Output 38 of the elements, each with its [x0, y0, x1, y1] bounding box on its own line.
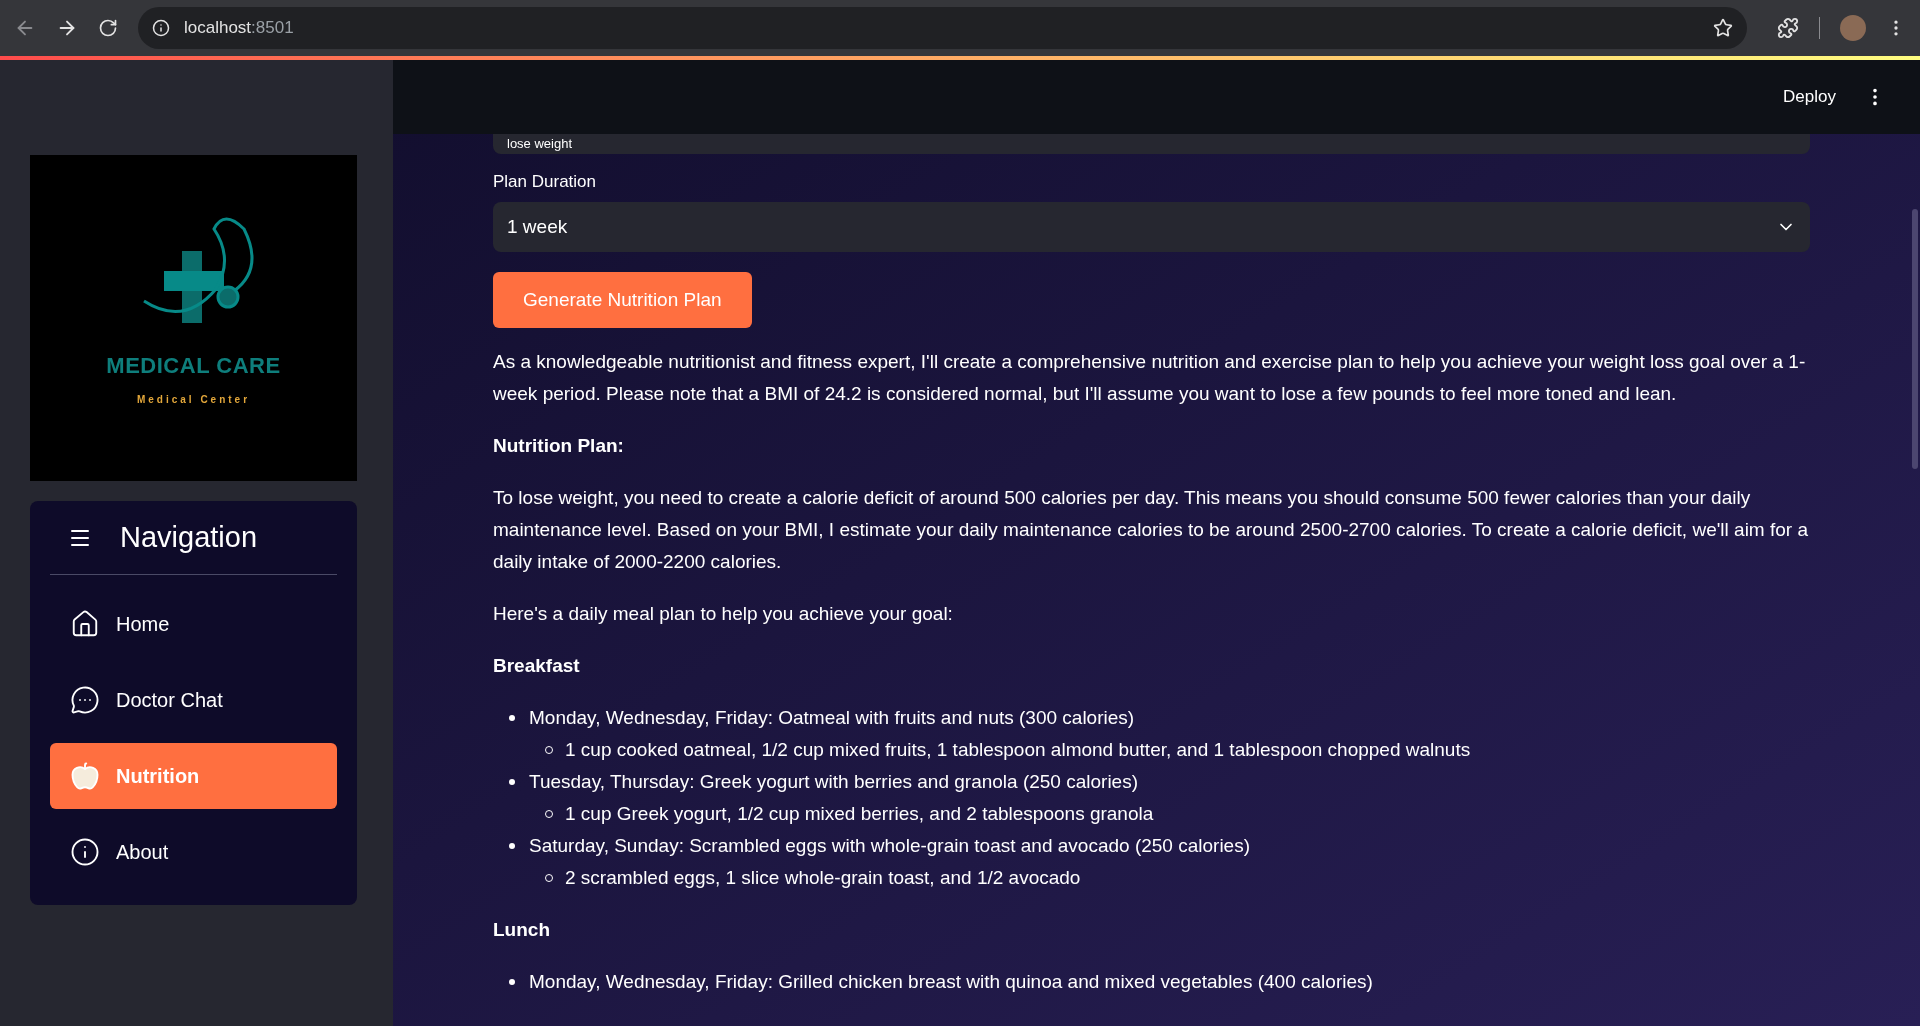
- nav-item[interactable]: Home: [50, 591, 337, 657]
- list-item: Monday, Wednesday, Friday: Grilled chicken breast with quinoa and mixed vegetables (400 calories): [529, 970, 1373, 994]
- bookmark-star-icon[interactable]: [1713, 18, 1733, 38]
- section-heading: Breakfast: [493, 654, 581, 678]
- list-item: Tuesday, Thursday: Greek yogurt with berries and granola (250 calories): [529, 770, 1138, 794]
- goal-field[interactable]: lose weight: [493, 134, 1810, 154]
- list-item: Saturday, Sunday: Scrambled eggs with whole-grain toast and avocado (250 calories): [529, 834, 1250, 858]
- nav-item[interactable]: About: [50, 819, 337, 885]
- list-item: 1 cup Greek yogurt, 1/2 cup mixed berries, and 2 tablespoons granola: [565, 802, 1154, 826]
- nav-item[interactable]: Doctor Chat: [50, 667, 337, 733]
- navigation-title: Navigation: [120, 519, 258, 555]
- bullet-icon: [509, 779, 515, 785]
- profile-avatar[interactable]: [1840, 15, 1866, 41]
- url-text: localhost:8501: [184, 17, 294, 40]
- field-label: Plan Duration: [493, 171, 597, 193]
- bullet-icon: [509, 715, 515, 721]
- duration-select[interactable]: 1 week: [493, 202, 1810, 252]
- paragraph: As a knowledgeable nutritionist and fitness expert, I'll create a comprehensive nutrition and exercise plan to help you achieve your weight loss goal over a 1-week period. Please note that a BMI of 24.2 is considered normal, but I'll assume you want to lose a few pounds to feel more toned and lean.: [493, 350, 1807, 406]
- address-bar[interactable]: localhost:8501: [138, 7, 1747, 49]
- site-info-icon[interactable]: [152, 19, 170, 37]
- bullet-icon: [509, 843, 515, 849]
- house-icon: [70, 609, 100, 639]
- paragraph: To lose weight, you need to create a calorie deficit of around 500 calories per day. This means you should consume 500 fewer calories than your daily maintenance level. Based on your BMI, I estimate your daily maintenance calories to be around 2500-2700 calories. To create a calorie deficit, we'll aim for a daily intake of 2000-2200 calories.: [493, 486, 1809, 574]
- info-icon: [70, 837, 100, 867]
- chat-bubble-icon: [70, 685, 100, 715]
- apple-icon: [70, 761, 100, 791]
- logo-subtitle: Medical Center: [136, 393, 251, 407]
- paragraph: Here's a daily meal plan to help you achieve your goal:: [493, 602, 954, 626]
- list-item: 1 cup cooked oatmeal, 1/2 cup mixed fruits, 1 tablespoon almond butter, and 1 tablespoon chopped walnuts: [565, 738, 1471, 762]
- list-item: 2 scrambled eggs, 1 slice whole-grain toast, and 1/2 avocado: [565, 866, 1081, 890]
- section-heading: Nutrition Plan:: [493, 434, 625, 458]
- deploy-button[interactable]: Deploy: [1783, 84, 1836, 110]
- bullet-icon: [509, 979, 515, 985]
- list-item: Monday, Wednesday, Friday: Oatmeal with fruits and nuts (300 calories): [529, 706, 1135, 730]
- section-heading: Lunch: [493, 918, 551, 942]
- reload-icon[interactable]: [98, 18, 118, 38]
- logo-title: MEDICAL CARE: [106, 352, 281, 380]
- extensions-icon[interactable]: [1777, 17, 1799, 39]
